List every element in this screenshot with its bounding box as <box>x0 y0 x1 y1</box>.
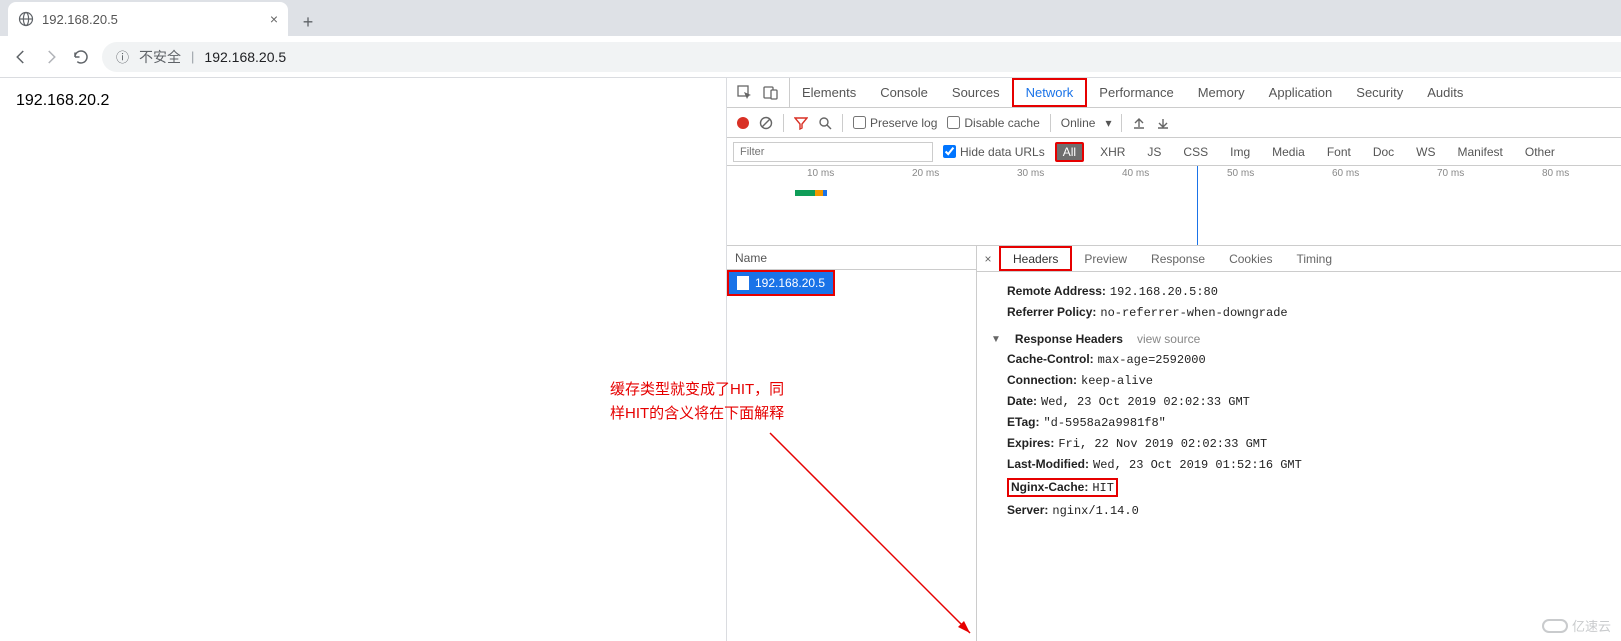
filter-type-xhr[interactable]: XHR <box>1094 144 1131 160</box>
browser-toolbar: ⓘ 不安全 | 192.168.20.5 <box>0 36 1621 78</box>
response-headers-section[interactable]: ▼ Response Headers view source <box>991 332 1607 346</box>
disable-cache-checkbox[interactable]: Disable cache <box>947 116 1039 130</box>
inspect-icon[interactable] <box>737 85 753 101</box>
browser-tabbar: 192.168.20.5 × + <box>0 0 1621 36</box>
info-icon[interactable]: ⓘ <box>116 47 129 66</box>
record-button[interactable] <box>737 117 749 129</box>
detail-tab-cookies[interactable]: Cookies <box>1217 246 1284 271</box>
request-name: 192.168.20.5 <box>755 276 825 290</box>
network-timeline[interactable]: 10 ms 20 ms 30 ms 40 ms 50 ms 60 ms 70 m… <box>727 166 1621 246</box>
filter-type-css[interactable]: CSS <box>1177 144 1214 160</box>
filter-type-other[interactable]: Other <box>1519 144 1561 160</box>
search-icon[interactable] <box>818 116 832 130</box>
devtools-panel: Elements Console Sources Network Perform… <box>726 78 1621 641</box>
clear-icon[interactable] <box>759 116 773 130</box>
filter-type-ws[interactable]: WS <box>1410 144 1441 160</box>
tab-console[interactable]: Console <box>868 78 940 107</box>
nginx-cache-highlight: Nginx-Cache:HIT <box>1007 478 1118 497</box>
tab-performance[interactable]: Performance <box>1087 78 1185 107</box>
timeline-segment <box>823 190 827 196</box>
close-detail-icon[interactable]: × <box>977 246 999 271</box>
reload-button[interactable] <box>72 47 90 67</box>
document-icon <box>737 276 749 290</box>
disclosure-triangle-icon[interactable]: ▼ <box>991 334 1001 345</box>
browser-tab[interactable]: 192.168.20.5 × <box>8 2 288 36</box>
filter-type-media[interactable]: Media <box>1266 144 1311 160</box>
detail-body[interactable]: Remote Address:192.168.20.5:80 Referrer … <box>977 272 1621 641</box>
filter-type-manifest[interactable]: Manifest <box>1452 144 1509 160</box>
throttle-select[interactable]: Online ▾ <box>1061 116 1112 130</box>
detail-tabbar: × Headers Preview Response Cookies Timin… <box>977 246 1621 272</box>
hide-data-urls-checkbox[interactable]: Hide data URLs <box>943 145 1045 159</box>
device-toggle-icon[interactable] <box>763 85 779 101</box>
tab-sources[interactable]: Sources <box>940 78 1012 107</box>
filter-type-js[interactable]: JS <box>1141 144 1167 160</box>
view-source-link[interactable]: view source <box>1137 332 1200 346</box>
request-column-header[interactable]: Name <box>727 246 976 270</box>
timeline-segment <box>795 190 815 196</box>
devtools-tabbar: Elements Console Sources Network Perform… <box>727 78 1621 108</box>
tab-network[interactable]: Network <box>1012 78 1088 107</box>
close-tab-icon[interactable]: × <box>270 11 278 27</box>
timeline-segment <box>815 190 823 196</box>
new-tab-button[interactable]: + <box>294 8 322 36</box>
filter-toggle-icon[interactable] <box>794 116 808 130</box>
filter-type-img[interactable]: Img <box>1224 144 1256 160</box>
detail-tab-timing[interactable]: Timing <box>1284 246 1344 271</box>
network-filterbar: Hide data URLs All XHR JS CSS Img Media … <box>727 138 1621 166</box>
filter-type-doc[interactable]: Doc <box>1367 144 1400 160</box>
upload-icon[interactable] <box>1132 116 1146 130</box>
watermark-logo-icon <box>1542 619 1568 633</box>
tab-audits[interactable]: Audits <box>1415 78 1475 107</box>
filter-type-font[interactable]: Font <box>1321 144 1357 160</box>
tab-elements[interactable]: Elements <box>790 78 868 107</box>
download-icon[interactable] <box>1156 116 1170 130</box>
timeline-cursor <box>1197 166 1198 245</box>
tab-memory[interactable]: Memory <box>1186 78 1257 107</box>
security-label: 不安全 <box>139 47 181 67</box>
network-toolbar: Preserve log Disable cache Online ▾ <box>727 108 1621 138</box>
detail-tab-preview[interactable]: Preview <box>1072 246 1139 271</box>
separator: | <box>191 49 194 64</box>
request-list: Name 192.168.20.5 <box>727 246 977 641</box>
tab-security[interactable]: Security <box>1344 78 1415 107</box>
url-text: 192.168.20.5 <box>204 49 286 65</box>
detail-tab-response[interactable]: Response <box>1139 246 1217 271</box>
detail-tab-headers[interactable]: Headers <box>999 246 1072 271</box>
request-row[interactable]: 192.168.20.5 <box>729 272 833 294</box>
address-bar[interactable]: ⓘ 不安全 | 192.168.20.5 <box>102 42 1621 72</box>
tab-application[interactable]: Application <box>1257 78 1345 107</box>
watermark: 亿速云 <box>1542 616 1611 635</box>
back-button[interactable] <box>12 47 30 67</box>
preserve-log-checkbox[interactable]: Preserve log <box>853 116 937 130</box>
page-content: 192.168.20.2 缓存类型就变成了HIT，同 样HIT的含义将在下面解释 <box>0 78 726 641</box>
filter-type-all[interactable]: All <box>1055 142 1084 162</box>
filter-input[interactable] <box>733 142 933 162</box>
request-detail: × Headers Preview Response Cookies Timin… <box>977 246 1621 641</box>
tab-title: 192.168.20.5 <box>42 12 262 27</box>
globe-icon <box>18 11 34 27</box>
page-body-text: 192.168.20.2 <box>16 92 109 109</box>
forward-button[interactable] <box>42 47 60 67</box>
